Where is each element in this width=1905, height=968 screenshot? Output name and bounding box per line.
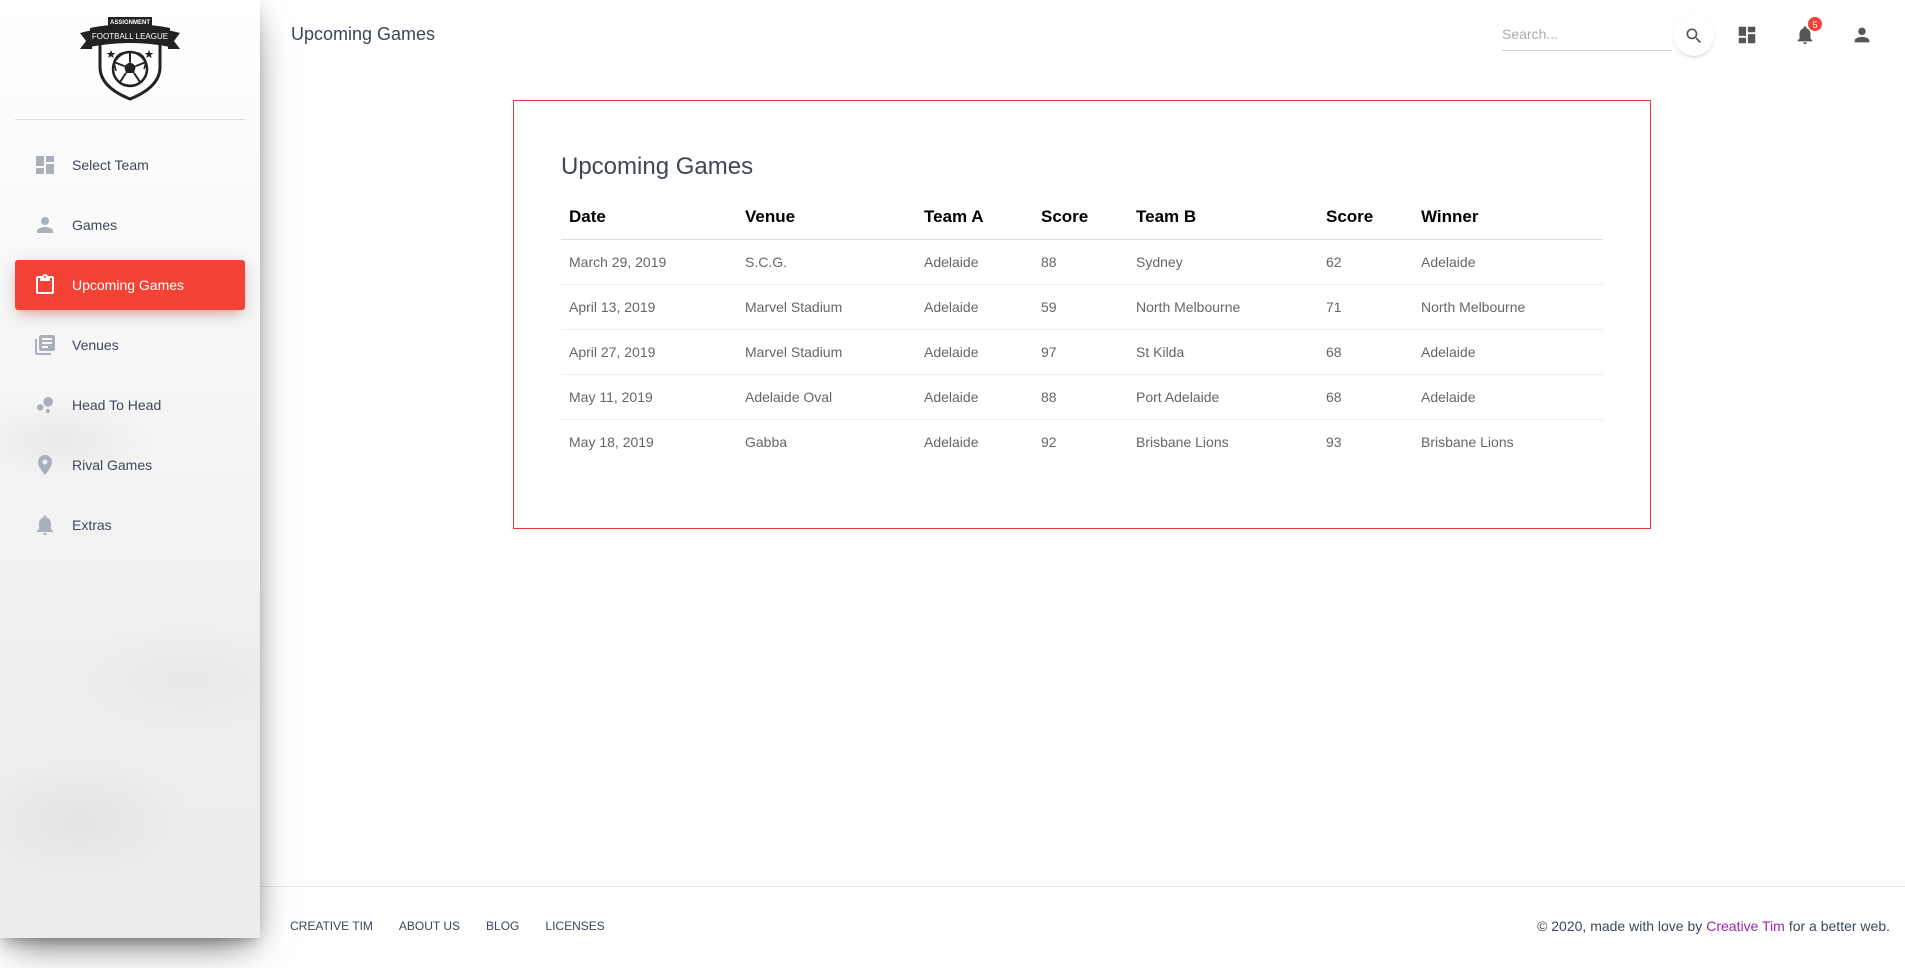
cell-score-b: 93	[1326, 434, 1342, 450]
profile-button[interactable]	[1847, 20, 1877, 50]
copyright-prefix: © 2020, made with love by	[1537, 918, 1703, 934]
sidebar-item-label: Upcoming Games	[72, 277, 185, 293]
sidebar-item-upcoming-games[interactable]: Upcoming Games	[15, 260, 245, 310]
column-header-date: Date	[561, 194, 737, 240]
football-league-logo[interactable]: ASSIGNMENT FOOTBALL LEAGUE	[78, 15, 182, 101]
cell-date: May 11, 2019	[561, 374, 737, 420]
cell-date: April 13, 2019	[561, 284, 737, 330]
cell-score-a: 88	[1033, 374, 1128, 420]
sidebar: ASSIGNMENT FOOTBALL LEAGUE Select Team G…	[0, 0, 260, 938]
cell-score-a: 59	[1033, 284, 1128, 330]
cell-score-a: 88	[1033, 239, 1128, 285]
cell-venue: Adelaide Oval	[737, 374, 916, 420]
copyright: © 2020, made with love by Creative Tim f…	[1537, 887, 1890, 965]
column-header-score-a: Score	[1033, 194, 1128, 240]
notification-badge: 5	[1807, 16, 1823, 32]
cell-venue: Gabba	[745, 434, 788, 450]
column-header-venue: Venue	[737, 194, 916, 240]
cell-venue: S.C.G.	[737, 239, 916, 285]
sidebar-item-venues[interactable]: Venues	[15, 320, 245, 370]
table-row: March 29, 2019 S.C.G. Adelaide 88 Sydney…	[561, 239, 1603, 285]
top-navbar: Upcoming Games 5	[260, 0, 1905, 70]
cell-winner: North Melbourne	[1413, 284, 1603, 330]
notifications-button[interactable]: 5	[1790, 16, 1823, 50]
cell-score-b: 68	[1318, 329, 1413, 375]
search-input[interactable]	[1502, 18, 1672, 51]
cell-score-b: 62	[1318, 239, 1413, 285]
search-button[interactable]	[1674, 16, 1714, 56]
cell-team-b: Sydney	[1128, 239, 1318, 285]
cell-winner: Brisbane Lions	[1421, 434, 1514, 450]
card-title: Upcoming Games	[561, 153, 754, 180]
table-row: May 18, 2019 Gabba Adelaide 92 Brisbane …	[561, 420, 1603, 465]
cell-date: April 27, 2019	[561, 329, 737, 375]
table-row: May 11, 2019 Adelaide Oval Adelaide 88 P…	[561, 374, 1603, 420]
search-icon	[1686, 28, 1702, 44]
cell-date: March 29, 2019	[561, 239, 737, 285]
dashboard-button[interactable]	[1732, 20, 1762, 50]
footer-link-blog[interactable]: Blog	[486, 919, 519, 933]
cell-team-a: Adelaide	[924, 434, 979, 450]
sidebar-item-label: Head To Head	[72, 397, 162, 413]
sidebar-item-label: Venues	[72, 337, 119, 353]
footer-links: Creative Tim About Us Blog Licenses	[290, 887, 631, 965]
cell-score-a: 97	[1033, 329, 1128, 375]
cell-score-a: 92	[1041, 434, 1057, 450]
cell-team-b: Brisbane Lions	[1136, 434, 1229, 450]
bell-icon	[33, 513, 57, 537]
copyright-brand-link[interactable]: Creative Tim	[1706, 918, 1785, 934]
table-row: April 27, 2019 Marvel Stadium Adelaide 9…	[561, 329, 1603, 375]
footer-link-about-us[interactable]: About Us	[399, 919, 460, 933]
cell-score-b: 71	[1318, 284, 1413, 330]
logo-banner-text: FOOTBALL LEAGUE	[92, 32, 168, 41]
cell-venue: Marvel Stadium	[737, 329, 916, 375]
cell-team-b: St Kilda	[1128, 329, 1318, 375]
cell-team-b: Port Adelaide	[1128, 374, 1318, 420]
sidebar-item-select-team[interactable]: Select Team	[15, 140, 245, 190]
column-header-team-b: Team B	[1128, 194, 1318, 240]
cell-winner: Adelaide	[1413, 329, 1603, 375]
bubble-chart-icon	[33, 393, 57, 417]
footer-link-creative-tim[interactable]: Creative Tim	[290, 919, 373, 933]
copyright-suffix: for a better web.	[1788, 918, 1890, 934]
sidebar-item-games[interactable]: Games	[15, 200, 245, 250]
cell-winner: Adelaide	[1413, 374, 1603, 420]
table-header-row: Date Venue Team A Score Team B Score Win…	[561, 194, 1603, 240]
sidebar-item-rival-games[interactable]: Rival Games	[15, 440, 245, 490]
column-header-winner: Winner	[1413, 194, 1603, 240]
footer: Creative Tim About Us Blog Licenses © 20…	[260, 886, 1905, 968]
page-title[interactable]: Upcoming Games	[291, 24, 435, 45]
cell-venue: Marvel Stadium	[737, 284, 916, 330]
cell-team-a: Adelaide	[916, 284, 1033, 330]
sidebar-item-label: Games	[72, 217, 118, 233]
sidebar-item-label: Rival Games	[72, 457, 153, 473]
dashboard-icon	[1738, 26, 1756, 44]
location-pin-icon	[33, 453, 57, 477]
clipboard-icon	[33, 273, 57, 297]
footer-link-licenses[interactable]: Licenses	[545, 919, 604, 933]
sidebar-logo-area: ASSIGNMENT FOOTBALL LEAGUE	[15, 0, 245, 120]
dashboard-icon	[33, 153, 57, 177]
sidebar-item-extras[interactable]: Extras	[15, 500, 245, 550]
cell-team-a: Adelaide	[916, 374, 1033, 420]
sidebar-item-head-to-head[interactable]: Head To Head	[15, 380, 245, 430]
cell-score-b: 68	[1318, 374, 1413, 420]
table-row: April 13, 2019 Marvel Stadium Adelaide 5…	[561, 284, 1603, 330]
library-books-icon	[33, 333, 57, 357]
upcoming-games-table: Date Venue Team A Score Team B Score Win…	[561, 194, 1603, 464]
cell-team-a: Adelaide	[916, 329, 1033, 375]
sidebar-item-label: Extras	[72, 517, 112, 533]
cell-team-b: North Melbourne	[1128, 284, 1318, 330]
person-icon	[1854, 27, 1870, 43]
cell-date: May 18, 2019	[569, 434, 654, 450]
cell-team-a: Adelaide	[916, 239, 1033, 285]
column-header-score-b: Score	[1318, 194, 1413, 240]
column-header-team-a: Team A	[916, 194, 1033, 240]
sidebar-nav: Select Team Games Upcoming Games Venues …	[15, 140, 245, 560]
person-icon	[33, 213, 57, 237]
sidebar-item-label: Select Team	[72, 157, 149, 173]
cell-winner: Adelaide	[1413, 239, 1603, 285]
